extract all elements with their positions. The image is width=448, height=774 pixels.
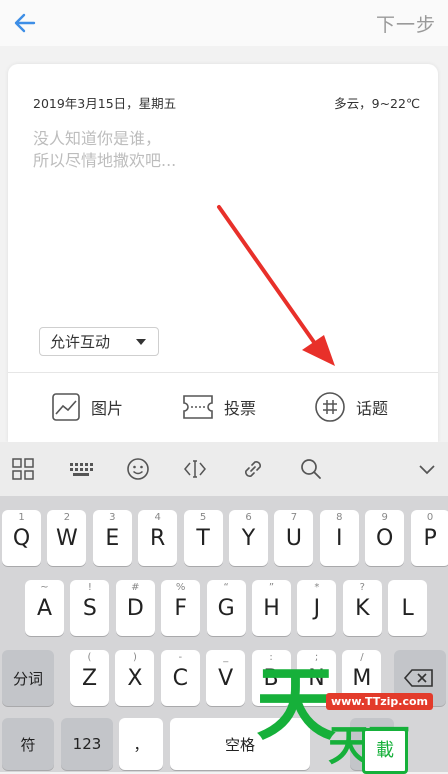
annotation-arrow <box>217 205 335 366</box>
